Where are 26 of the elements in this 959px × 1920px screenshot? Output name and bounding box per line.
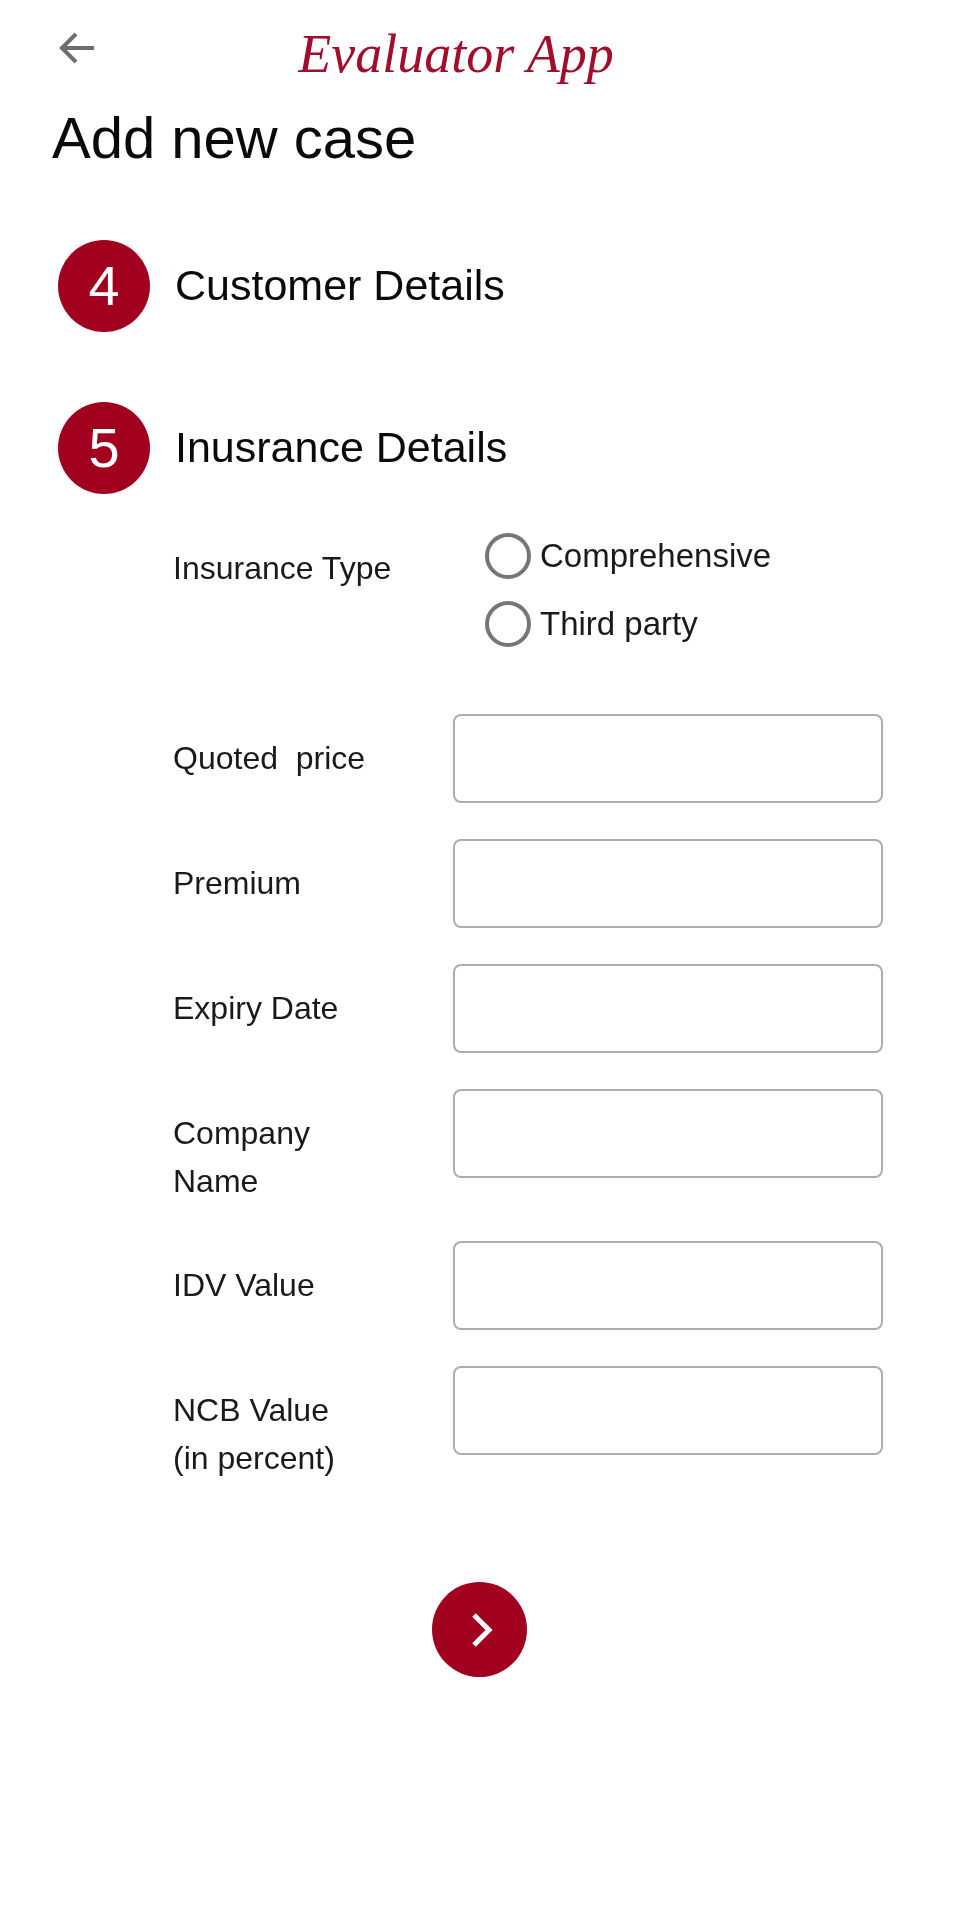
- text-input[interactable]: [453, 839, 883, 928]
- radio-button[interactable]: [485, 601, 531, 647]
- back-button[interactable]: [58, 31, 96, 65]
- app-title: Evaluator App: [298, 25, 614, 85]
- field-label: NCB Value (in percent): [173, 1391, 336, 1478]
- text-input[interactable]: [453, 1089, 883, 1178]
- text-input[interactable]: [453, 1366, 883, 1455]
- text-input[interactable]: [453, 714, 883, 803]
- step-number: 4: [58, 240, 150, 332]
- page-title: Add new case: [52, 104, 417, 172]
- text-input[interactable]: [453, 964, 883, 1053]
- chevron-right-icon: [469, 1611, 494, 1648]
- field-label: Company Name: [173, 1114, 311, 1201]
- field-label: Insurance Type: [173, 549, 393, 588]
- field-label: Quoted price: [173, 739, 367, 778]
- step-title[interactable]: Inusrance Details: [175, 422, 508, 474]
- radio-button[interactable]: [485, 533, 531, 579]
- step-title[interactable]: Customer Details: [175, 260, 505, 312]
- field-label: Premium: [173, 864, 302, 903]
- radio-label[interactable]: Comprehensive: [540, 532, 772, 580]
- radio-label[interactable]: Third party: [540, 600, 698, 648]
- field-label: IDV Value: [173, 1266, 316, 1305]
- field-label: Expiry Date: [173, 989, 340, 1028]
- step-number: 5: [58, 402, 150, 494]
- text-input[interactable]: [453, 1241, 883, 1330]
- arrow-left-icon: [58, 31, 96, 65]
